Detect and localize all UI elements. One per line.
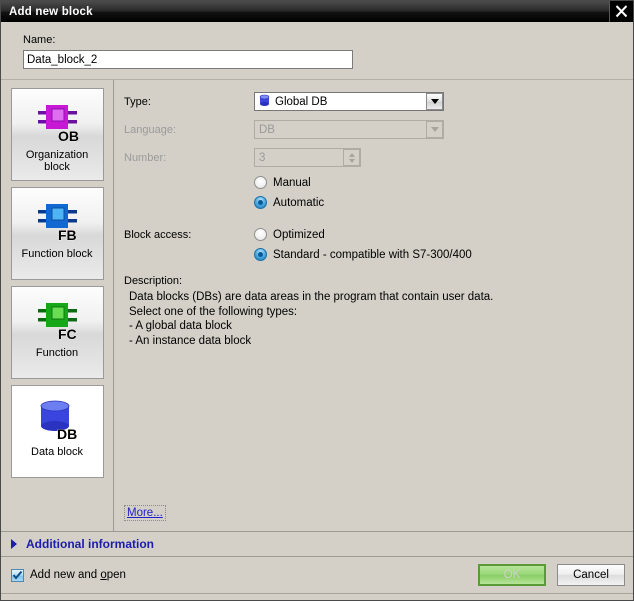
svg-text:FC: FC (58, 326, 77, 342)
type-select[interactable]: Global DB (254, 92, 444, 111)
radio-optimized-label[interactable]: Optimized (273, 229, 325, 241)
type-value: Global DB (275, 95, 328, 108)
name-label: Name: (23, 34, 56, 46)
dialog-footer: Add new and open OK Cancel (1, 557, 633, 594)
sidebar-item-label: Data block (31, 446, 83, 458)
chevron-down-icon[interactable] (426, 93, 443, 110)
number-stepper: 3 (254, 148, 361, 167)
number-label: Number: (124, 151, 167, 164)
db-cylinder-icon (259, 94, 270, 110)
block-type-sidebar: OB Organization block FB Function block … (1, 80, 114, 531)
language-select: DB (254, 120, 444, 139)
radio-optimized[interactable] (254, 228, 267, 241)
more-link[interactable]: More... (124, 505, 166, 521)
sidebar-item-organization-block[interactable]: OB Organization block (10, 88, 104, 181)
cancel-button[interactable]: Cancel (557, 564, 625, 586)
number-mode-manual-row[interactable]: Manual (124, 176, 633, 189)
name-section: Name: (1, 22, 633, 79)
language-label: Language: (124, 123, 176, 136)
svg-text:OB: OB (58, 128, 79, 144)
fc-block-icon: FC (30, 295, 84, 347)
svg-text:FB: FB (58, 227, 77, 243)
sidebar-item-data-block[interactable]: DB Data block (10, 385, 104, 478)
number-value: 3 (259, 151, 266, 164)
form-panel: Type: Global DB Language: DB Number: 3 M… (114, 80, 633, 531)
radio-standard-label[interactable]: Standard - compatible with S7-300/400 (273, 249, 472, 261)
dialog-body: OB Organization block FB Function block … (1, 79, 633, 531)
fb-block-icon: FB (30, 196, 84, 248)
sidebar-item-function[interactable]: FC Function (10, 286, 104, 379)
ob-block-icon: OB (30, 97, 84, 149)
add-new-block-dialog: Add new block Name: Data_block_2 OB Orga… (0, 0, 634, 601)
radio-manual-label[interactable]: Manual (273, 177, 311, 189)
description-text: Data blocks (DBs) are data areas in the … (129, 291, 494, 347)
sidebar-item-label: Function (35, 347, 79, 359)
checkbox-label-before: Add new and (30, 569, 101, 581)
add-new-and-open-checkbox[interactable]: Add new and open (11, 568, 126, 582)
block-access-optimized-row[interactable]: Block access: Optimized (124, 228, 633, 241)
sidebar-item-label: Function block (21, 248, 93, 260)
additional-information-expander[interactable]: Additional information (1, 531, 633, 557)
svg-text:DB: DB (57, 426, 77, 442)
triangle-right-icon (11, 539, 17, 549)
additional-information-label: Additional information (26, 537, 154, 551)
block-access-standard-row[interactable]: Standard - compatible with S7-300/400 (124, 248, 633, 261)
name-input[interactable] (23, 50, 353, 69)
title-bar: Add new block (1, 1, 633, 22)
window-title: Add new block (9, 5, 93, 18)
language-value: DB (259, 123, 275, 136)
language-row: Language: DB (124, 120, 633, 139)
sidebar-item-label: Organization block (25, 149, 89, 173)
ok-button[interactable]: OK (478, 564, 546, 586)
type-label: Type: (124, 95, 151, 108)
checkbox-label-after: pen (106, 569, 126, 581)
radio-automatic-label[interactable]: Automatic (273, 197, 324, 209)
checkbox-checked-icon[interactable] (11, 568, 24, 582)
radio-standard[interactable] (254, 248, 267, 261)
chevron-down-icon (426, 121, 443, 138)
sidebar-item-function-block[interactable]: FB Function block (10, 187, 104, 280)
stepper-arrows-icon (343, 149, 360, 166)
number-mode-automatic-row[interactable]: Automatic (124, 196, 633, 209)
radio-automatic[interactable] (254, 196, 267, 209)
block-access-label: Block access: (124, 228, 192, 241)
radio-manual[interactable] (254, 176, 267, 189)
close-icon[interactable] (609, 1, 633, 22)
add-new-and-open-label[interactable]: Add new and open (30, 569, 126, 581)
db-cylinder-icon: DB (30, 394, 84, 446)
number-row: Number: 3 (124, 148, 633, 167)
description-label: Description: (124, 275, 183, 287)
type-row: Type: Global DB (124, 92, 633, 111)
dialog-bottom-strip (1, 594, 633, 600)
